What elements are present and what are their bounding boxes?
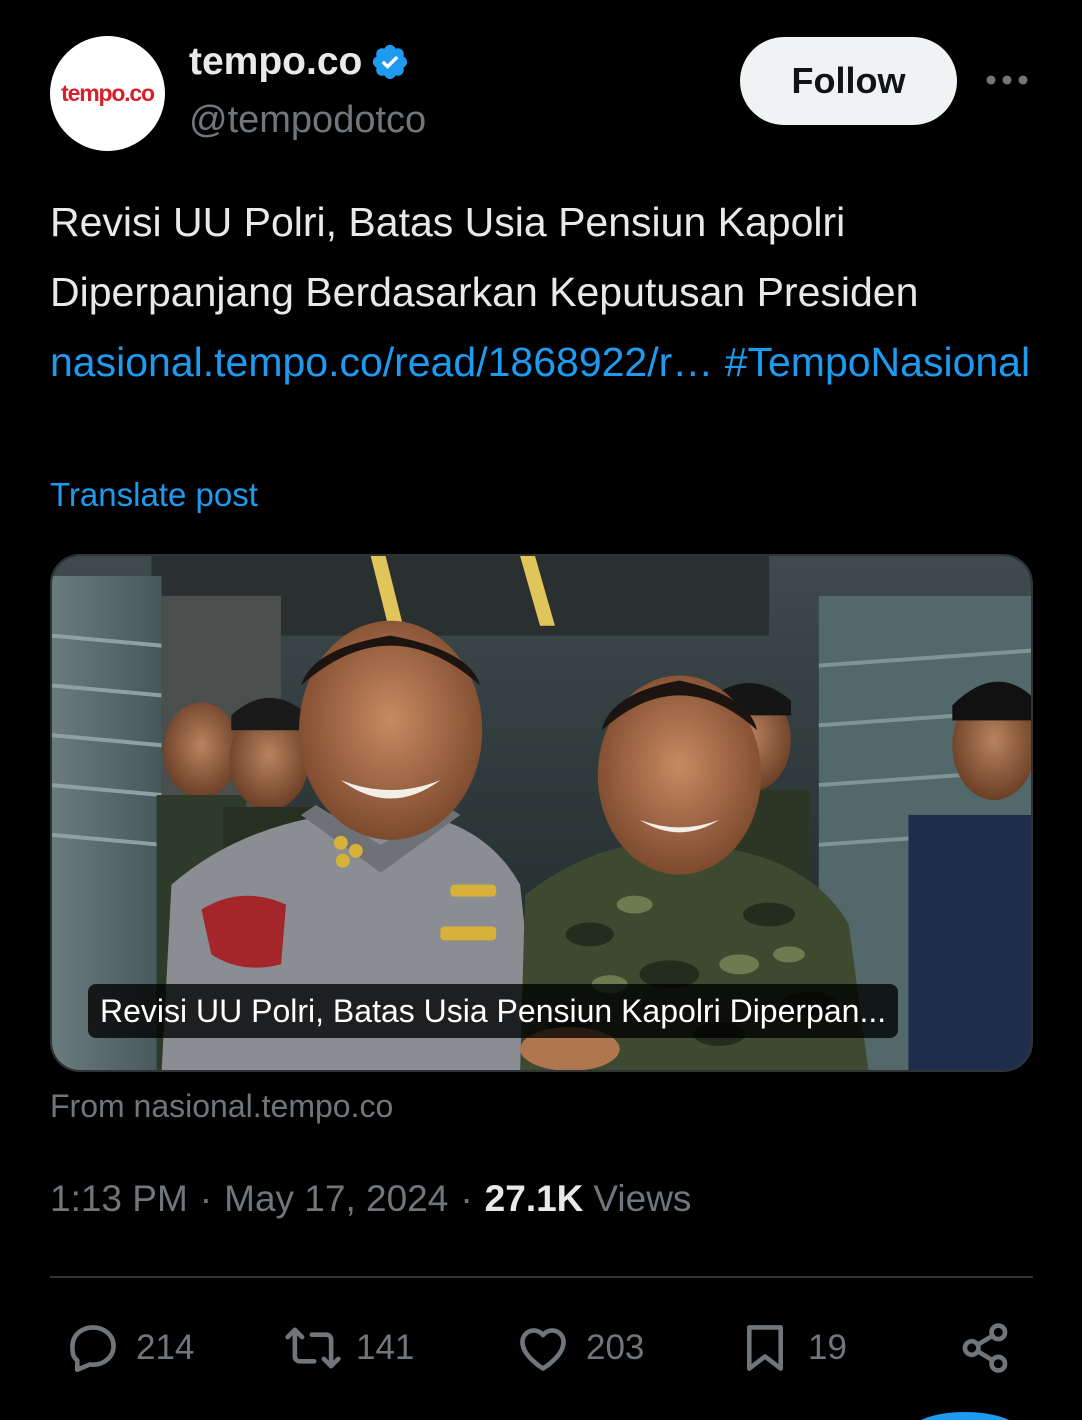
verified-badge-icon [373,44,408,80]
views-count: 27.1K [484,1178,584,1219]
article-link[interactable]: nasional.tempo.co/read/1868922/r… [50,339,713,385]
action-bar: 214 141 203 19 [64,1315,1024,1381]
meta-separator: · [199,1178,213,1219]
reply-icon [70,1325,116,1373]
tweet-header: tempo.co tempo.co @tempodotco Follow [50,36,1032,151]
handle[interactable]: @tempodotco [189,99,426,142]
repost-count: 141 [356,1328,415,1367]
display-name[interactable]: tempo.co [189,40,362,84]
meta-separator: · [460,1178,473,1219]
floating-compose-button[interactable] [910,1412,1020,1420]
repost-icon [285,1327,341,1369]
more-icon [986,75,1028,85]
like-button[interactable]: 203 [514,1315,644,1381]
tweet-date[interactable]: May 17, 2024 [224,1178,448,1220]
tweet-text: Revisi UU Polri, Batas Usia Pensiun Kapo… [50,187,1040,397]
card-caption: Revisi UU Polri, Batas Usia Pensiun Kapo… [88,984,899,1038]
follow-button[interactable]: Follow [740,37,957,125]
more-button[interactable] [983,60,1031,100]
bookmark-icon [746,1325,784,1371]
bookmark-button[interactable]: 19 [736,1315,847,1381]
tweet-body: Revisi UU Polri, Batas Usia Pensiun Kapo… [50,199,919,315]
share-button[interactable] [956,1315,1028,1381]
bookmark-count: 19 [808,1328,847,1367]
like-icon [520,1328,566,1371]
repost-button[interactable]: 141 [284,1315,414,1381]
share-icon [962,1323,1008,1373]
reply-count: 214 [136,1328,195,1367]
like-count: 203 [586,1328,645,1367]
name-row: tempo.co [189,40,410,84]
tweet-meta: 1:13 PM · May 17, 2024 · 27.1K Views [50,1178,691,1220]
translate-post-link[interactable]: Translate post [50,476,258,514]
views-label: Views [593,1178,692,1219]
link-card[interactable]: Revisi UU Polri, Batas Usia Pensiun Kapo… [50,554,1033,1072]
card-source[interactable]: From nasional.tempo.co [50,1088,393,1125]
hashtag-link[interactable]: #TempoNasional [725,339,1030,385]
tweet-time[interactable]: 1:13 PM [50,1178,188,1220]
avatar-logo-text: tempo.co [61,80,155,106]
avatar[interactable]: tempo.co [50,36,165,151]
divider [50,1276,1033,1278]
reply-button[interactable]: 214 [64,1315,194,1381]
